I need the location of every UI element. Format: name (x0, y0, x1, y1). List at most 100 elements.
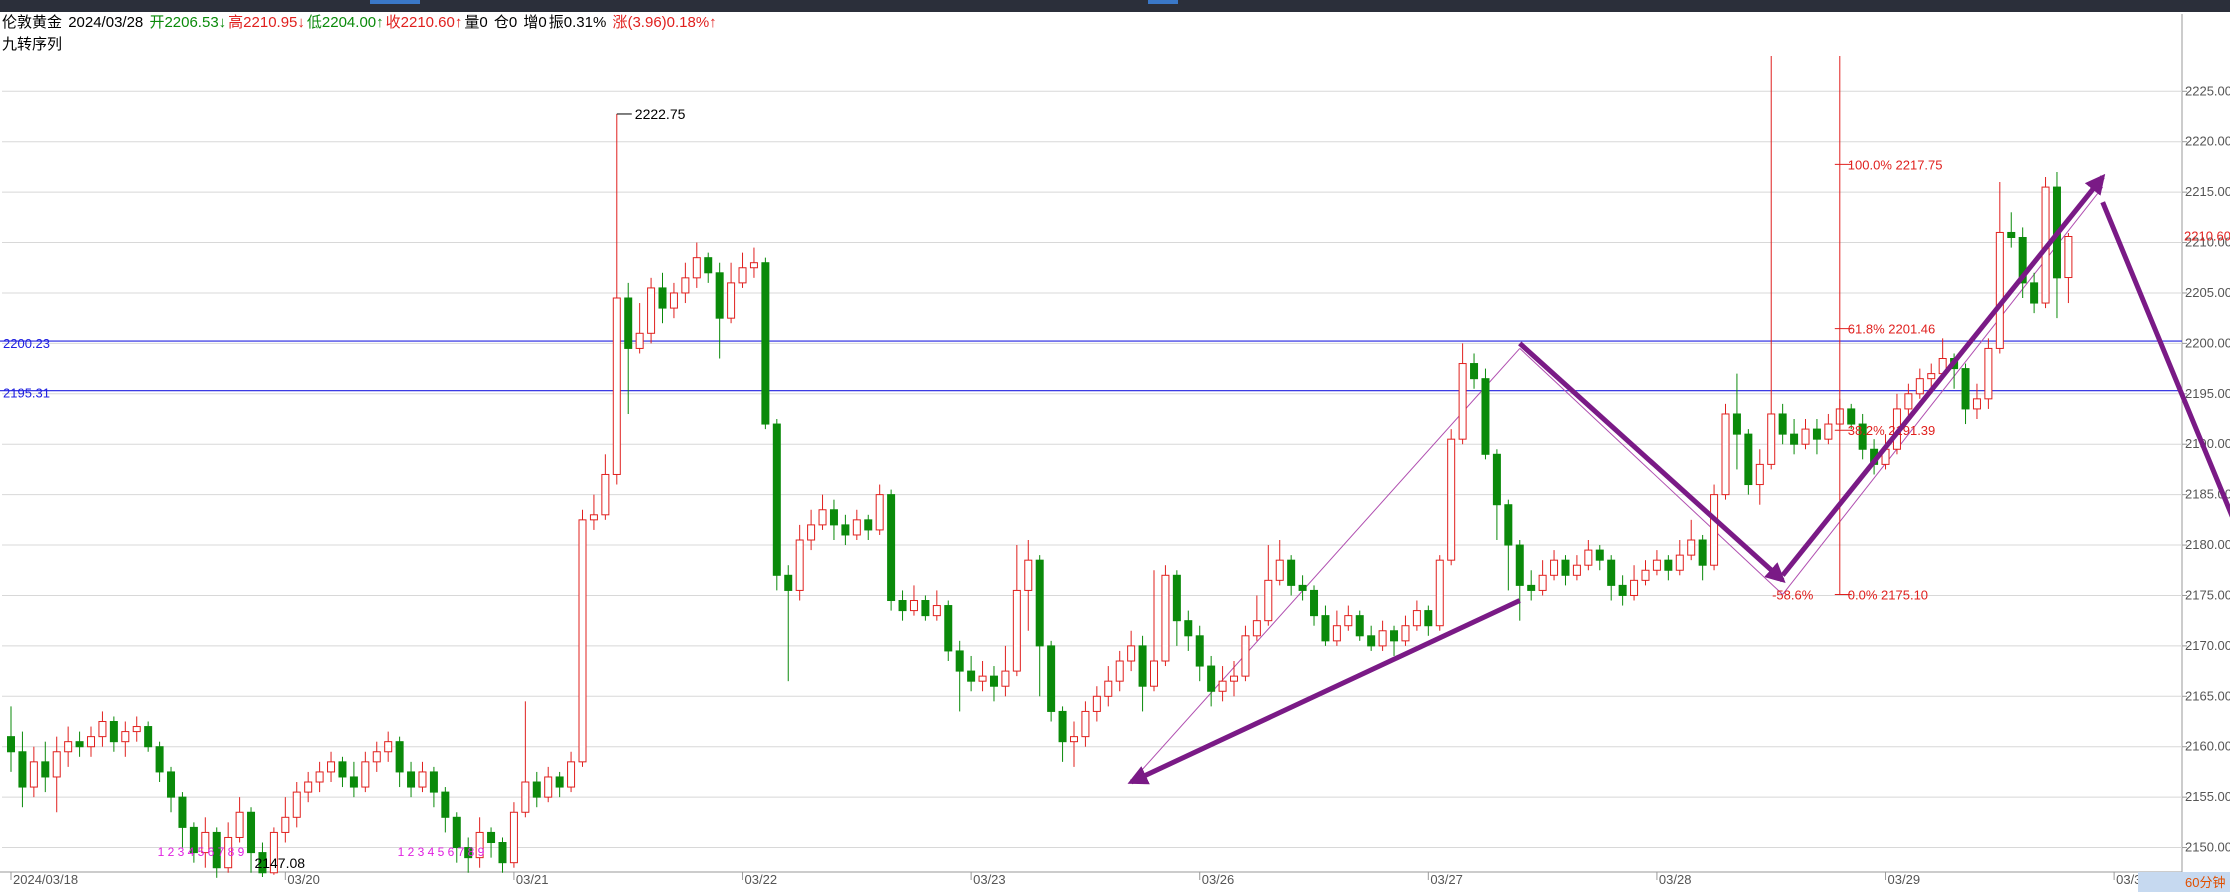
candle-body (1561, 559, 1570, 576)
candle-body (247, 811, 256, 854)
candle-body (1424, 610, 1433, 627)
candle (749, 247, 758, 278)
candle (578, 509, 587, 767)
candle (29, 746, 38, 798)
candle (1755, 449, 1764, 505)
candle (132, 716, 141, 742)
x-tick-label: 03/20 (287, 872, 320, 887)
candle (1298, 575, 1307, 601)
x-tick-label: 03/22 (745, 872, 778, 887)
candle-body (29, 761, 38, 788)
candle-body (1778, 413, 1787, 435)
candle (864, 514, 873, 541)
candle-body (624, 297, 633, 349)
candle-body (498, 842, 507, 864)
candle-body (1127, 645, 1136, 662)
candle-body (669, 292, 678, 309)
candle-body (1047, 645, 1056, 712)
candle-body (1995, 231, 2004, 349)
candle-body (1641, 569, 1650, 581)
candle (1424, 605, 1433, 636)
candle-body (1435, 559, 1444, 627)
candle (1161, 565, 1170, 667)
candle (669, 282, 678, 319)
candle-body (738, 267, 747, 284)
candle (1984, 338, 1993, 409)
candle-body (1344, 615, 1353, 627)
candle-body (452, 816, 461, 849)
candle (521, 701, 530, 818)
candle-body (7, 736, 15, 753)
candle-body (338, 761, 347, 778)
candle-body (852, 519, 861, 536)
candle-body (1275, 559, 1284, 581)
trend-line[interactable] (1519, 348, 1783, 595)
candle (1652, 550, 1661, 576)
candle (418, 761, 427, 793)
candle-body (1150, 660, 1158, 687)
candle-body (384, 741, 393, 753)
candle (1104, 666, 1113, 707)
candle (932, 590, 941, 621)
candle (532, 771, 541, 808)
forecast-arrow[interactable] (1780, 173, 2106, 577)
candle (692, 242, 701, 288)
candle-body (1161, 574, 1170, 662)
x-tick-label: 2024/03/18 (13, 872, 78, 887)
candle (1390, 625, 1399, 656)
candle-body (75, 741, 84, 748)
candle-body (1984, 347, 1993, 400)
candle-body (921, 600, 930, 617)
candle-body (795, 539, 804, 591)
candle-body (1915, 378, 1924, 395)
candle-body (1081, 710, 1090, 738)
candle-body (1972, 398, 1981, 410)
candle-body (1515, 544, 1524, 586)
candle (1515, 540, 1524, 621)
candle-body (1904, 393, 1913, 410)
candle (1024, 540, 1033, 631)
candle-body (715, 272, 724, 319)
candle (1732, 373, 1741, 470)
candle (1458, 343, 1467, 445)
candle-body (1218, 680, 1227, 692)
candle-body (1241, 635, 1250, 677)
candle-body (647, 287, 656, 334)
candle (178, 792, 187, 848)
candle-body (98, 721, 107, 738)
candle (841, 514, 850, 546)
candle (1275, 540, 1284, 586)
candle-body (395, 741, 404, 773)
y-tick-label: 2165.00 (2185, 688, 2230, 703)
candle-body (1710, 494, 1719, 566)
candle-body (875, 494, 884, 531)
candle-body (1401, 625, 1410, 642)
candle-body (989, 675, 998, 687)
candle (555, 771, 564, 798)
candle (41, 741, 50, 793)
candle (1481, 368, 1490, 460)
candle (704, 252, 713, 283)
candle-body (1675, 554, 1684, 571)
candle-body (544, 776, 553, 798)
x-tick-label: 03/26 (1202, 872, 1235, 887)
x-tick-label: 03/23 (973, 872, 1006, 887)
candle-body (1527, 584, 1536, 591)
current-price-label: 2210.60 (2184, 228, 2230, 243)
candlestick-chart[interactable]: 2150.00 2155.00 2160.00 2165.00 2170.00 2175.… (0, 0, 2230, 895)
candle-body (955, 650, 964, 672)
candle-body (315, 771, 324, 783)
candle (1115, 650, 1124, 692)
candle-body (727, 282, 736, 319)
candle (1287, 555, 1296, 596)
x-tick-label: 03/28 (1659, 872, 1692, 887)
candle-body (1172, 574, 1181, 622)
y-tick-label: 2160.00 (2185, 739, 2230, 754)
candle (1561, 555, 1570, 586)
candle-body (601, 473, 610, 516)
candle-body (1504, 504, 1513, 546)
cursor-box (2138, 872, 2182, 892)
candle-body (1767, 413, 1776, 465)
candle (1767, 56, 1776, 470)
candle (978, 661, 987, 692)
